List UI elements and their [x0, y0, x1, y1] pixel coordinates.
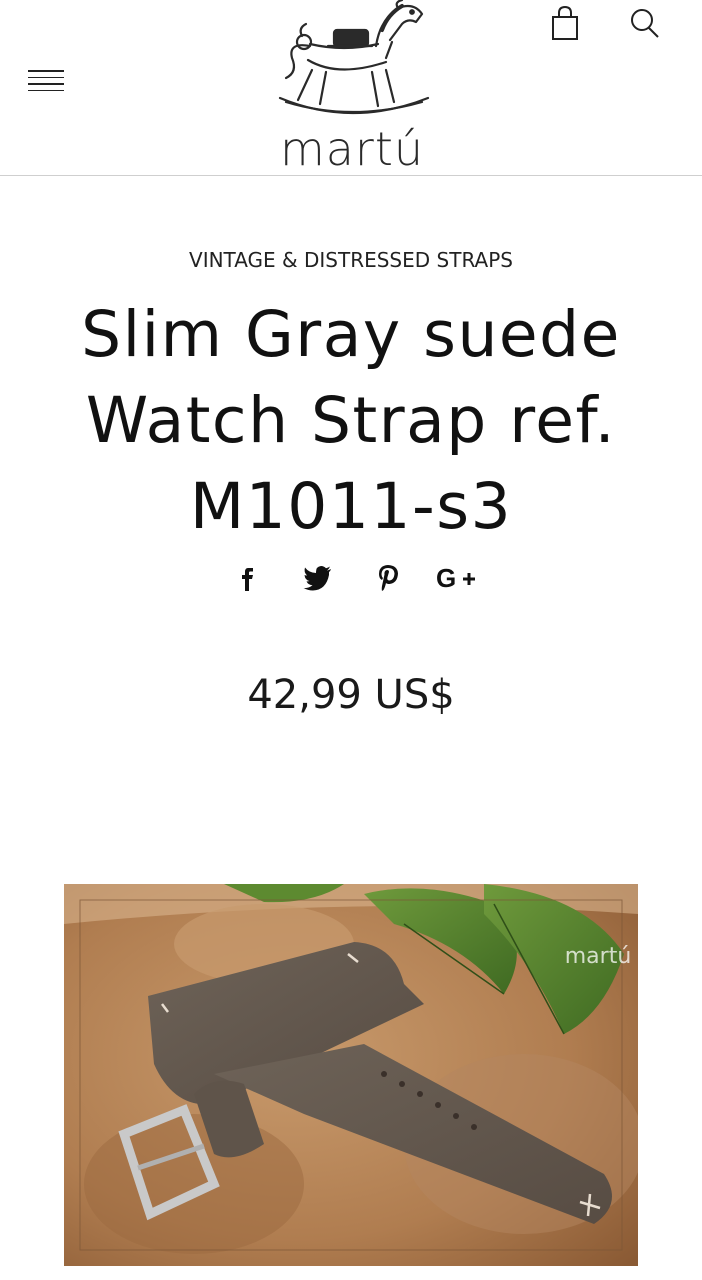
shopping-bag-icon[interactable]: [548, 4, 582, 40]
product-price: 42,99 US$: [247, 672, 455, 718]
rocking-horse-icon: [278, 0, 430, 115]
site-header: martú: [0, 0, 702, 176]
share-buttons: G: [0, 560, 702, 600]
image-watermark: martú: [564, 944, 632, 969]
brand-name: martú: [279, 122, 425, 176]
pinterest-icon[interactable]: [366, 560, 410, 596]
google-plus-icon[interactable]: G: [436, 560, 480, 596]
facebook-icon[interactable]: [226, 560, 270, 596]
product-category-link[interactable]: VINTAGE & DISTRESSED STRAPS: [0, 248, 702, 272]
svg-text:G: G: [436, 564, 456, 592]
product-image[interactable]: martú: [64, 884, 638, 1266]
search-icon[interactable]: [628, 4, 662, 40]
product-title: Slim Gray suede Watch Strap ref. M1011-s…: [81, 298, 621, 543]
watch-strap-photo: [64, 884, 638, 1266]
hamburger-menu-icon[interactable]: [28, 70, 64, 100]
brand-logo[interactable]: martú: [262, 0, 442, 176]
twitter-icon[interactable]: [296, 560, 340, 596]
